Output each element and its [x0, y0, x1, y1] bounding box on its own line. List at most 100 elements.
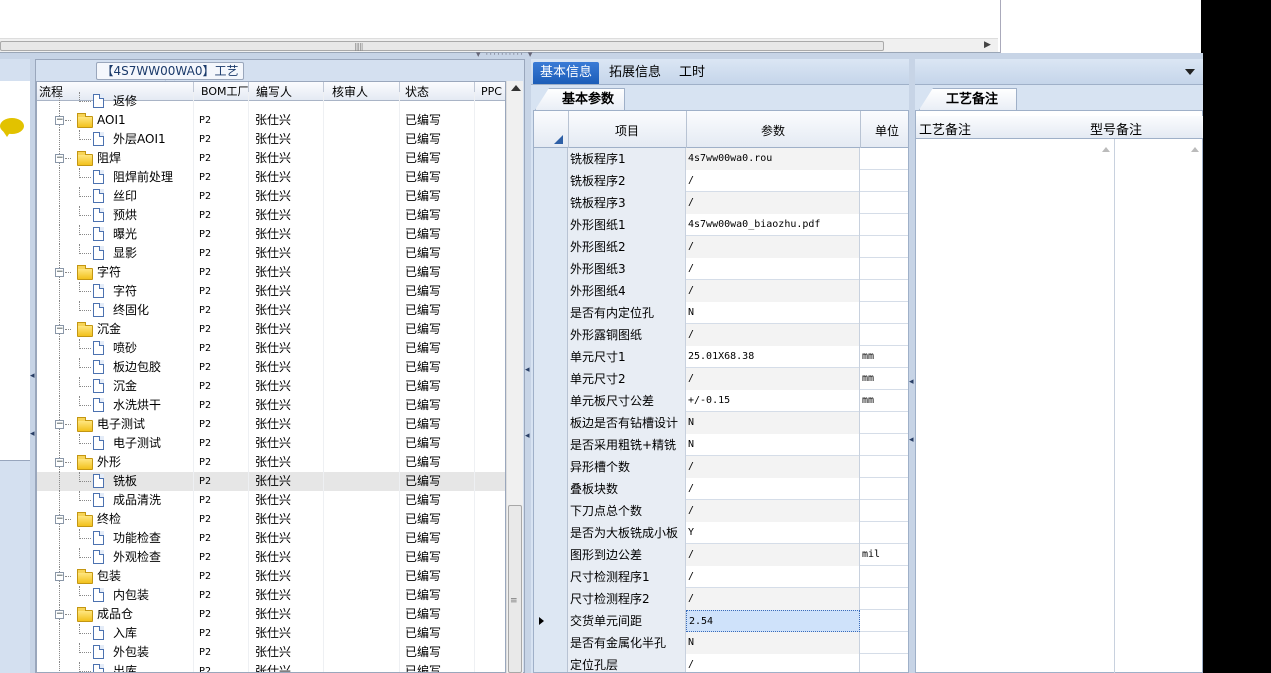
tree-row[interactable]: 外层AOI1 P2 张仕兴 已编写	[37, 130, 505, 149]
tree-row[interactable]: − 阻焊 P2 张仕兴 已编写	[37, 149, 505, 168]
collapse-toggle-icon[interactable]: −	[55, 325, 64, 334]
tree-row[interactable]: − 成品仓 P2 张仕兴 已编写	[37, 605, 505, 624]
param-value-cell[interactable]: +/-0.15	[686, 390, 860, 412]
collapse-toggle-icon[interactable]: −	[55, 116, 64, 125]
collapse-toggle-icon[interactable]: −	[55, 515, 64, 524]
tab-work-hours[interactable]: 工时	[672, 62, 712, 84]
row-header[interactable]	[534, 192, 568, 214]
param-row[interactable]: 铣板程序2/	[534, 170, 908, 192]
tree-row[interactable]: 曝光 P2 张仕兴 已编写	[37, 225, 505, 244]
param-value-cell[interactable]: Y	[686, 522, 860, 544]
tree-row[interactable]: 终固化 P2 张仕兴 已编写	[37, 301, 505, 320]
param-value-cell[interactable]: /	[686, 566, 860, 588]
tree-row[interactable]: 水洗烘干 P2 张仕兴 已编写	[37, 396, 505, 415]
row-header[interactable]	[534, 170, 568, 192]
tree-row[interactable]: − 终检 P2 张仕兴 已编写	[37, 510, 505, 529]
param-row[interactable]: 铣板程序1 4s7ww00wa0.rou	[534, 148, 908, 170]
row-header[interactable]	[534, 654, 568, 672]
param-row[interactable]: 尺寸检测程序1/	[534, 566, 908, 588]
collapse-toggle-icon[interactable]: −	[55, 572, 64, 581]
tab-extended-info[interactable]: 拓展信息	[602, 62, 668, 84]
tree-row[interactable]: 显影 P2 张仕兴 已编写	[37, 244, 505, 263]
param-row[interactable]: 交货单元间距 2.54	[534, 610, 908, 632]
param-value-cell[interactable]: /	[686, 456, 860, 478]
param-row[interactable]: 叠板块数 /	[534, 478, 908, 500]
tree-row[interactable]: 外包装 P2 张仕兴 已编写	[37, 643, 505, 662]
tree-row[interactable]: 板边包胶 P2 张仕兴 已编写	[37, 358, 505, 377]
collapse-arrow-icon[interactable]: ◂	[909, 377, 914, 387]
tree-row[interactable]: 功能检查 P2 张仕兴 已编写	[37, 529, 505, 548]
scrollbar-thumb[interactable]	[0, 41, 884, 51]
tree-row[interactable]: 阻焊前处理 P2 张仕兴 已编写	[37, 168, 505, 187]
row-header[interactable]	[534, 566, 568, 588]
tree-row[interactable]: 出库 P2 张仕兴 已编写	[37, 662, 505, 672]
tree-row[interactable]: 入库 P2 张仕兴 已编写	[37, 624, 505, 643]
chat-bubble-icon[interactable]	[0, 118, 24, 137]
param-value-cell[interactable]: /	[686, 280, 860, 302]
param-row[interactable]: 是否采用粗铣+精铣 N	[534, 434, 908, 456]
row-header[interactable]	[534, 302, 568, 324]
current-row-indicator[interactable]	[534, 610, 568, 632]
param-value-cell[interactable]: 2.54	[686, 610, 860, 632]
tree-row[interactable]: 外观检查 P2 张仕兴 已编写	[37, 548, 505, 567]
param-value-cell[interactable]: N	[686, 302, 860, 324]
param-value-cell[interactable]: N	[686, 412, 860, 434]
param-value-cell[interactable]: N	[686, 632, 860, 654]
collapse-toggle-icon[interactable]: −	[55, 268, 64, 277]
param-value-cell[interactable]: /	[686, 170, 860, 192]
tree-row[interactable]: 电子测试 P2 张仕兴 已编写	[37, 434, 505, 453]
param-value-cell[interactable]: /	[686, 236, 860, 258]
tree-row[interactable]: − 外形 P2 张仕兴 已编写	[37, 453, 505, 472]
param-value-cell[interactable]: /	[686, 192, 860, 214]
param-value-cell[interactable]: /	[686, 258, 860, 280]
param-value-cell[interactable]: /	[686, 544, 860, 566]
param-value-cell[interactable]: 25.01X68.38	[686, 346, 860, 368]
collapse-toggle-icon[interactable]: −	[55, 610, 64, 619]
tab-basic-info[interactable]: 基本信息	[533, 62, 600, 84]
collapse-toggle-icon[interactable]: −	[55, 154, 64, 163]
tree-row[interactable]: 字符 P2 张仕兴 已编写	[37, 282, 505, 301]
tree-row[interactable]: − AOI1 P2 张仕兴 已编写	[37, 111, 505, 130]
tree-row[interactable]: − 字符 P2 张仕兴 已编写	[37, 263, 505, 282]
param-row[interactable]: 外形露铜图纸 /	[534, 324, 908, 346]
row-header[interactable]	[534, 456, 568, 478]
tree-row[interactable]: 沉金 P2 张仕兴 已编写	[37, 377, 505, 396]
param-row[interactable]: 图形到边公差 / mil	[534, 544, 908, 566]
tree-row[interactable]: 丝印 P2 张仕兴 已编写	[37, 187, 505, 206]
row-header[interactable]	[534, 280, 568, 302]
scrollbar-thumb[interactable]	[508, 505, 522, 673]
param-value-cell[interactable]: /	[686, 324, 860, 346]
collapse-arrow-icon[interactable]: ◂	[525, 365, 530, 375]
tree-row[interactable]: 喷砂 P2 张仕兴 已编写	[37, 339, 505, 358]
row-header[interactable]	[534, 500, 568, 522]
scroll-up-arrow-icon[interactable]	[511, 85, 521, 91]
param-row[interactable]: 是否有内定位孔 N	[534, 302, 908, 324]
tree-row[interactable]: − 包装 P2 张仕兴 已编写	[37, 567, 505, 586]
row-header[interactable]	[534, 258, 568, 280]
param-row[interactable]: 是否有金属化半孔 N	[534, 632, 908, 654]
process-notes-grid[interactable]: 工艺备注 型号备注	[915, 110, 1204, 673]
param-value-cell[interactable]: /	[686, 478, 860, 500]
row-header[interactable]	[534, 148, 568, 170]
row-header[interactable]	[534, 522, 568, 544]
column-header-model-note[interactable]: 型号备注	[1090, 119, 1142, 138]
param-row[interactable]: 外形图纸3/	[534, 258, 908, 280]
scroll-right-arrow-icon[interactable]: ▶	[984, 40, 991, 50]
row-header[interactable]	[534, 324, 568, 346]
tree-row[interactable]: − 电子测试 P2 张仕兴 已编写	[37, 415, 505, 434]
column-header-process-note[interactable]: 工艺备注	[919, 119, 971, 138]
param-row[interactable]: 板边是否有钻槽设计 N	[534, 412, 908, 434]
row-header[interactable]	[534, 478, 568, 500]
scroll-up-arrow-icon[interactable]	[1191, 147, 1199, 152]
param-row[interactable]: 定位孔层 /	[534, 654, 908, 672]
tabs-dropdown-icon[interactable]	[1185, 69, 1195, 75]
collapse-toggle-icon[interactable]: −	[55, 420, 64, 429]
select-all-corner-icon[interactable]	[554, 135, 563, 144]
param-value-cell[interactable]: /	[686, 654, 860, 672]
basic-params-grid[interactable]: 项目 参数 单位 铣板程序1 4s7ww00wa0.rou 铣板程序2/铣板程序3/…	[533, 110, 909, 673]
tree-row[interactable]: 成品清洗 P2 张仕兴 已编写	[37, 491, 505, 510]
param-row[interactable]: 单元板尺寸公差 +/-0.15 mm	[534, 390, 908, 412]
row-header[interactable]	[534, 588, 568, 610]
collapse-arrow-icon[interactable]: ◂	[30, 371, 35, 381]
collapse-arrow-icon[interactable]: ◂	[525, 431, 530, 441]
